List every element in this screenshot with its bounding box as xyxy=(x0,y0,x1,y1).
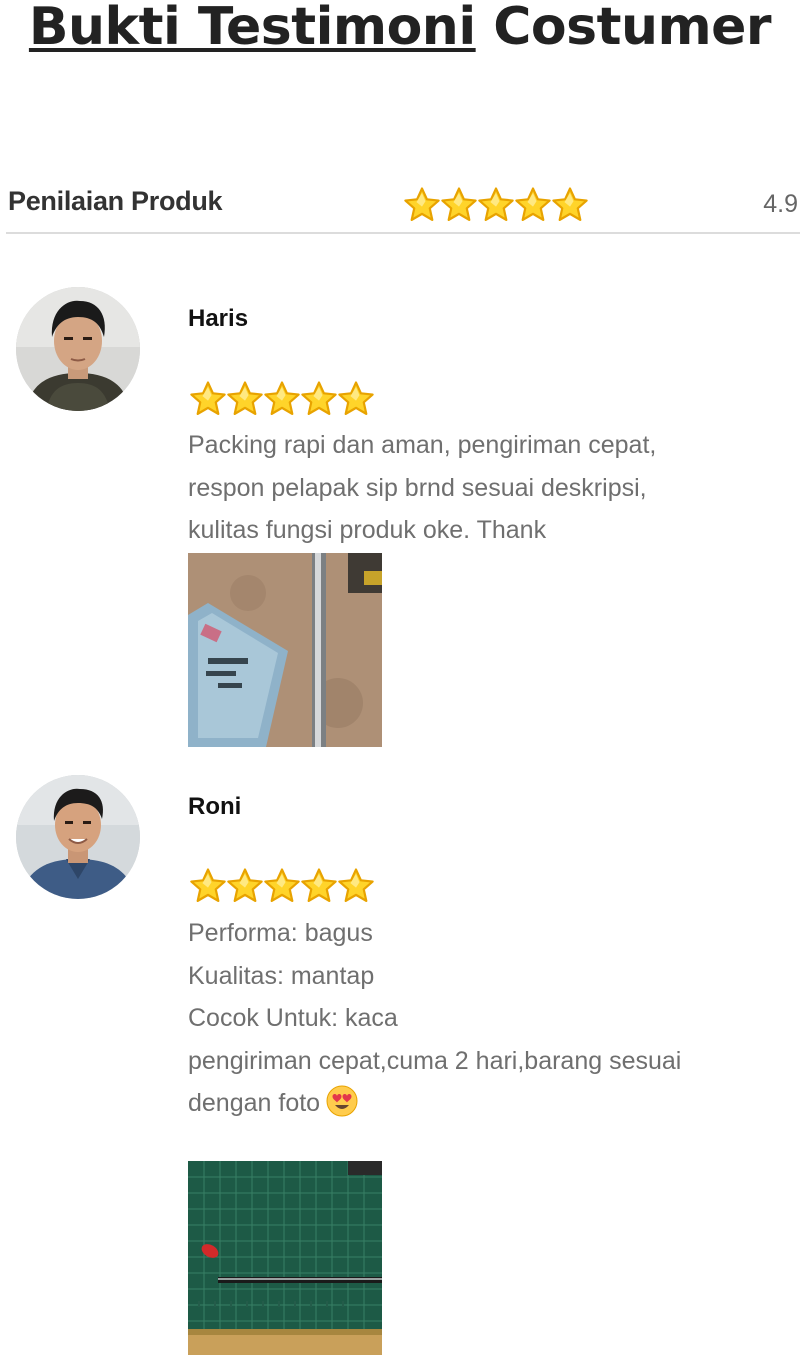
reviewer-name[interactable]: Roni xyxy=(188,793,241,821)
review-text-line: Cocok Untuk: kaca xyxy=(188,1004,398,1032)
page-title-rest: Costumer xyxy=(493,0,772,57)
review-text-line: Kualitas: mantap xyxy=(188,961,375,990)
review-text-fragment: dengan foto xyxy=(188,1089,321,1117)
star-icon xyxy=(262,380,302,418)
star-icon xyxy=(225,867,265,905)
review-text: Performa: bagus Kualitas: mantap Cocok U… xyxy=(188,912,788,1125)
review-text-line: dengan foto xyxy=(188,1082,788,1125)
star-icon xyxy=(188,867,228,905)
review-text-line: Performa: bagus xyxy=(188,919,373,947)
review-text-line: pengiriman cepat,cuma 2 hari,barang sesu… xyxy=(188,1046,682,1075)
reviewer-name[interactable]: Haris xyxy=(188,305,248,333)
star-icon xyxy=(336,867,376,905)
review-stars xyxy=(188,380,376,418)
star-icon xyxy=(188,380,228,418)
star-icon xyxy=(299,867,339,905)
review-text-line: Packing rapi dan aman, pengiriman cepat, xyxy=(188,431,657,459)
review-stars xyxy=(188,867,376,905)
avatar[interactable] xyxy=(16,287,140,411)
star-icon xyxy=(402,186,442,224)
page-title: Bukti Testimoni Costumer xyxy=(0,0,800,60)
star-icon xyxy=(439,186,479,224)
star-icon xyxy=(513,186,553,224)
star-icon xyxy=(262,867,302,905)
star-icon xyxy=(299,380,339,418)
avatar[interactable] xyxy=(16,775,140,899)
review-text-line: respon pelapak sip brnd sesuai deskripsi… xyxy=(188,473,647,502)
rating-label: Penilaian Produk xyxy=(8,186,223,216)
star-icon xyxy=(225,380,265,418)
product-photo[interactable] xyxy=(188,1161,382,1355)
page-title-underlined: Bukti Testimoni xyxy=(28,0,476,57)
rating-stars xyxy=(402,186,590,224)
product-photo[interactable] xyxy=(188,553,382,747)
review-text: Packing rapi dan aman, pengiriman cepat,… xyxy=(188,424,788,552)
star-icon xyxy=(476,186,516,224)
heart-eyes-emoji-icon xyxy=(326,1085,358,1117)
star-icon xyxy=(550,186,590,224)
product-rating-bar: Penilaian Produk 4.9 xyxy=(6,180,800,234)
star-icon xyxy=(336,380,376,418)
review-text-line: kulitas fungsi produk oke. Thank xyxy=(188,516,547,544)
rating-score: 4.9 xyxy=(763,190,798,218)
